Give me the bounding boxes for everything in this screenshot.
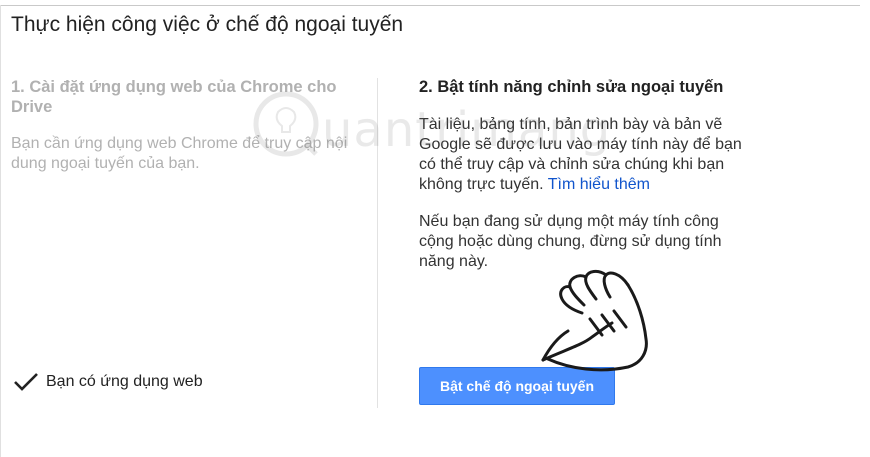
window-frame bbox=[0, 0, 870, 457]
step-1-section: 1. Cài đặt ứng dụng web của Chrome cho D… bbox=[11, 77, 351, 174]
step-1-title: 1. Cài đặt ứng dụng web của Chrome cho D… bbox=[11, 78, 337, 116]
dialog-title: Thực hiện công việc ở chế độ ngoại tuyến bbox=[11, 13, 404, 36]
left-border-line bbox=[0, 5, 1, 457]
web-app-status: Bạn có ứng dụng web bbox=[13, 372, 203, 392]
checkmark-icon bbox=[13, 372, 39, 392]
enable-offline-button[interactable]: Bật chế độ ngoại tuyến bbox=[419, 367, 615, 405]
learn-more-link[interactable]: Tìm hiểu thêm bbox=[548, 176, 650, 193]
step-2-title: 2. Bật tính năng chỉnh sửa ngoại tuyến bbox=[419, 78, 724, 96]
web-app-status-text: Bạn có ứng dụng web bbox=[46, 373, 203, 390]
step-2-section: 2. Bật tính năng chỉnh sửa ngoại tuyến T… bbox=[419, 77, 754, 272]
top-border-line bbox=[0, 5, 860, 6]
step-1-description: Bạn cần ứng dụng web Chrome để truy cập … bbox=[11, 135, 348, 172]
public-computer-note: Nếu bạn đang sử dụng một máy tính công c… bbox=[419, 213, 722, 270]
step-2-description-block: Tài liệu, bảng tính, bản trình bày và bả… bbox=[419, 115, 754, 195]
column-divider bbox=[377, 78, 378, 408]
